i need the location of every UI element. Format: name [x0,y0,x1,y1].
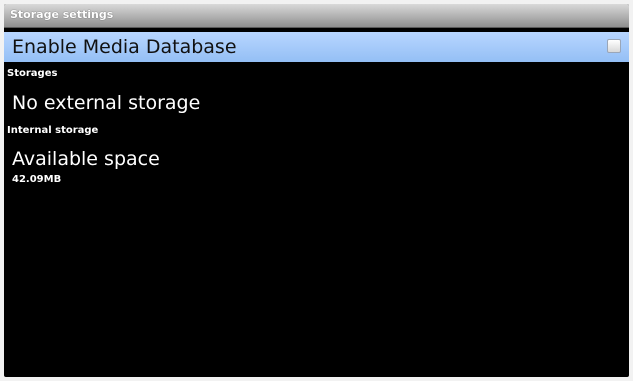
enable-media-database-checkbox[interactable] [607,39,621,53]
available-space-title: Available space [12,148,160,170]
enable-media-database-row[interactable]: Enable Media Database [4,32,629,62]
internal-storage-category-header: Internal storage [7,125,99,136]
no-external-storage-title: No external storage [12,92,201,114]
enable-media-database-label: Enable Media Database [12,36,237,58]
available-space-value: 42.09MB [12,174,62,185]
window-title: Storage settings [10,8,114,21]
settings-screen: Storage settings Enable Media Database S… [4,4,629,377]
title-bar: Storage settings [4,4,629,28]
no-external-storage-item[interactable]: No external storage [4,84,629,120]
storages-category-header: Storages [7,68,58,79]
available-space-item[interactable]: Available space 42.09MB [4,142,629,192]
